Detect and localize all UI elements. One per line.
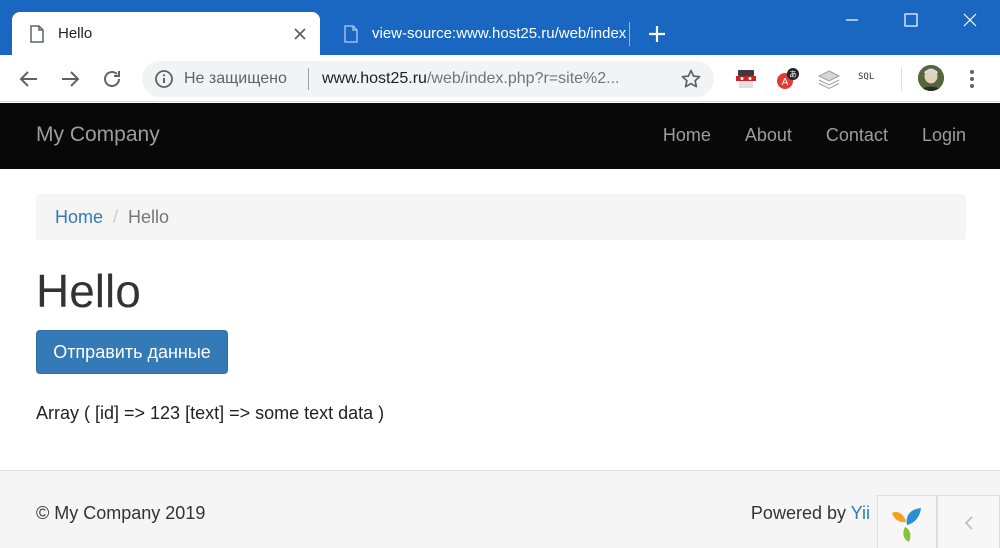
omnibox-divider	[308, 68, 309, 90]
back-arrow-icon[interactable]	[17, 67, 41, 91]
page-title: Hello	[36, 265, 141, 317]
powered-by-label: Powered by	[750, 503, 851, 523]
nav-link-contact[interactable]: Contact	[809, 103, 905, 169]
svg-text:あ: あ	[789, 70, 797, 79]
layers-icon[interactable]	[817, 68, 841, 90]
avatar[interactable]	[918, 65, 944, 91]
maximize-icon[interactable]	[899, 8, 923, 32]
array-output-text: Array ( [id] => 123 [text] => some text …	[36, 403, 385, 423]
breadcrumb: Home / Hello	[36, 194, 966, 240]
navbar-brand[interactable]: My Company	[36, 123, 160, 147]
yii-logo-icon	[892, 508, 921, 542]
chevron-left-icon	[964, 516, 973, 530]
forward-arrow-icon[interactable]	[58, 67, 82, 91]
browser-titlebar: Hello view-source:www.host25.ru/web/inde…	[0, 0, 1000, 55]
incognito-mask-icon[interactable]	[734, 68, 758, 90]
breadcrumb-current: Hello	[128, 207, 170, 227]
breadcrumb-separator: /	[113, 207, 119, 227]
translate-icon[interactable]: A あ	[776, 68, 800, 90]
site-footer: © My Company 2019 Powered by Yii	[0, 470, 1000, 548]
footer-copyright: © My Company 2019	[36, 503, 206, 523]
bookmark-star-icon[interactable]	[680, 68, 702, 90]
url-host: www.host25.ru	[322, 70, 427, 87]
sql-icon[interactable]: SQL	[858, 72, 874, 82]
page-icon	[30, 24, 44, 43]
address-bar[interactable]: Не защищено www.host25.ru/web/index.php?…	[142, 61, 714, 97]
yii-link[interactable]: Yii	[851, 503, 870, 523]
toolbar-divider	[901, 67, 902, 91]
tab-divider	[629, 22, 630, 46]
site-navbar: My Company Home About Contact Login	[0, 103, 1000, 169]
nav-link-home[interactable]: Home	[646, 103, 728, 169]
security-label[interactable]: Не защищено	[184, 70, 287, 88]
tab-view-source[interactable]: view-source:www.host25.ru/web/index.php?…	[326, 12, 626, 55]
tab-hello[interactable]: Hello	[12, 12, 320, 55]
url-path: /web/index.php?r=site%2...	[426, 70, 620, 87]
debug-toolbar-toggle[interactable]	[937, 495, 1000, 548]
nav-link-about[interactable]: About	[728, 103, 809, 169]
close-icon[interactable]	[292, 26, 308, 42]
svg-text:A: A	[782, 77, 789, 88]
tab-title: Hello	[58, 25, 93, 42]
close-window-icon[interactable]	[958, 8, 982, 32]
submit-data-button[interactable]: Отправить данные	[36, 330, 228, 374]
reload-icon[interactable]	[100, 67, 124, 91]
tab-title: view-source:www.host25.ru/web/index.php?…	[372, 25, 626, 42]
kebab-menu-icon[interactable]	[964, 68, 980, 90]
breadcrumb-home-link[interactable]: Home	[55, 207, 103, 227]
url-text[interactable]: www.host25.ru/web/index.php?r=site%2...	[322, 70, 620, 88]
nav-link-login[interactable]: Login	[905, 103, 1000, 169]
browser-toolbar: Не защищено www.host25.ru/web/index.php?…	[0, 55, 1000, 102]
new-tab-icon[interactable]	[646, 23, 668, 45]
yii-debug-logo-button[interactable]	[877, 495, 937, 548]
navbar-links: Home About Contact Login	[646, 103, 1000, 169]
footer-powered-by: Powered by Yii	[751, 503, 870, 524]
minimize-icon[interactable]	[840, 8, 864, 32]
info-icon[interactable]	[154, 69, 174, 89]
page-icon	[344, 24, 358, 43]
